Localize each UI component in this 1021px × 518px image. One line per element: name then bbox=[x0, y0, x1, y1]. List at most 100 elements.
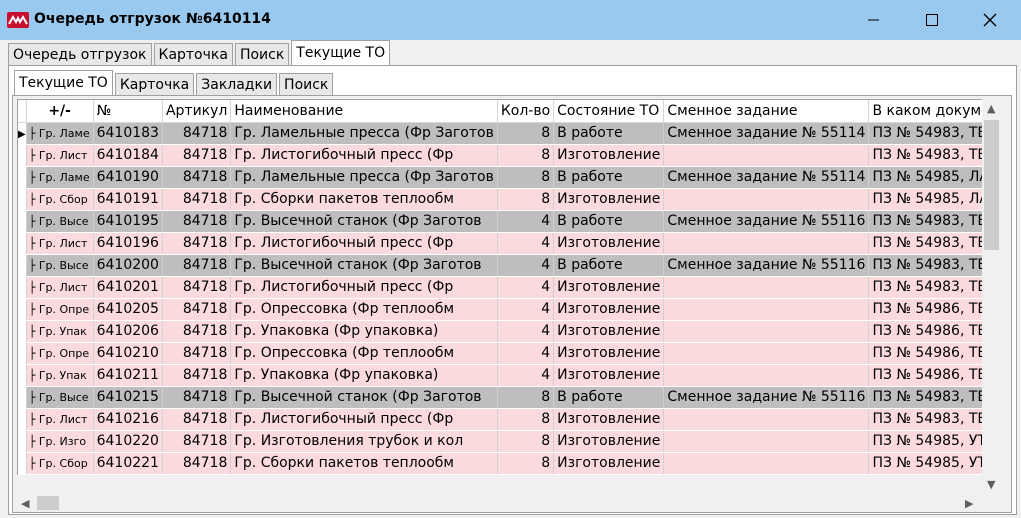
cell-state[interactable]: Изготовление bbox=[553, 188, 665, 211]
row-indicator[interactable] bbox=[18, 298, 27, 321]
cell-document[interactable]: ПЗ № 54986, ТЕКИ99.652.01.00.0 bbox=[868, 320, 983, 343]
row-indicator[interactable]: ▶ bbox=[18, 122, 27, 145]
row-indicator[interactable] bbox=[18, 254, 27, 277]
header-number[interactable]: № bbox=[93, 100, 163, 123]
cell-group[interactable]: ├ Гр. Упак bbox=[26, 364, 94, 387]
cell-name[interactable]: Гр. Опрессовка (Фр теплообм bbox=[230, 298, 498, 321]
cell-number[interactable]: 6410191 bbox=[93, 188, 163, 211]
cell-task[interactable] bbox=[663, 430, 870, 453]
cell-qty[interactable]: 8 bbox=[497, 166, 555, 189]
inner-tab-bookmarks[interactable]: Закладки bbox=[196, 73, 278, 96]
cell-state[interactable]: Изготовление bbox=[553, 342, 665, 365]
cell-name[interactable]: Гр. Листогибочный пресс (Фр bbox=[230, 144, 498, 167]
cell-number[interactable]: 6410211 bbox=[93, 364, 163, 387]
cell-article[interactable]: 84718 bbox=[162, 254, 232, 277]
cell-name[interactable]: Гр. Сборки пакетов теплообм bbox=[230, 188, 498, 211]
cell-group[interactable]: ├ Гр. Лист bbox=[26, 144, 94, 167]
cell-name[interactable]: Гр. Листогибочный пресс (Фр bbox=[230, 232, 498, 255]
cell-article[interactable]: 84718 bbox=[162, 232, 232, 255]
cell-task[interactable]: Сменное задание № 55114 bbox=[663, 122, 870, 145]
row-indicator[interactable] bbox=[18, 188, 27, 211]
cell-name[interactable]: Гр. Упаковка (Фр упаковка) bbox=[230, 364, 498, 387]
cell-state[interactable]: Изготовление bbox=[553, 232, 665, 255]
cell-document[interactable]: ПЗ № 54983, ТЕКИ99.652.01.00.0 bbox=[868, 386, 983, 409]
cell-qty[interactable]: 8 bbox=[497, 144, 555, 167]
inner-tab-current-to[interactable]: Текущие ТО bbox=[14, 70, 113, 96]
cell-article[interactable]: 84718 bbox=[162, 364, 232, 387]
row-indicator[interactable] bbox=[18, 364, 27, 387]
cell-document[interactable]: ПЗ № 54986, ТЕКИ99.652.01.00.0 bbox=[868, 342, 983, 365]
cell-name[interactable]: Гр. Сборки пакетов теплообм bbox=[230, 452, 498, 475]
cell-state[interactable]: В работе bbox=[553, 210, 665, 233]
row-indicator[interactable] bbox=[18, 408, 27, 431]
cell-task[interactable] bbox=[663, 408, 870, 431]
close-button[interactable] bbox=[967, 0, 1013, 40]
table-row[interactable]: ├ Гр. Изго 6410220 84718 Гр. Изготовления т… bbox=[18, 430, 983, 453]
cell-state[interactable]: Изготовление bbox=[553, 298, 665, 321]
cell-article[interactable]: 84718 bbox=[162, 342, 232, 365]
cell-state[interactable]: Изготовление bbox=[553, 452, 665, 475]
row-indicator[interactable] bbox=[18, 452, 27, 475]
cell-task[interactable]: Сменное задание № 55114 bbox=[663, 166, 870, 189]
cell-task[interactable] bbox=[663, 276, 870, 299]
minimize-button[interactable] bbox=[851, 0, 897, 40]
cell-qty[interactable]: 4 bbox=[497, 254, 555, 277]
cell-number[interactable]: 6410216 bbox=[93, 408, 163, 431]
cell-number[interactable]: 6410184 bbox=[93, 144, 163, 167]
table-row[interactable]: ├ Гр. Опре 6410210 84718 Гр. Опрессовка (Фр… bbox=[18, 342, 983, 365]
cell-document[interactable]: ПЗ № 54985, ЛА-5012-1-3-12-25- bbox=[868, 166, 983, 189]
cell-qty[interactable]: 4 bbox=[497, 232, 555, 255]
inner-tab-card[interactable]: Карточка bbox=[114, 73, 195, 96]
tab-search[interactable]: Поиск bbox=[234, 43, 290, 66]
cell-state[interactable]: В работе bbox=[553, 254, 665, 277]
cell-document[interactable]: ПЗ № 54983, ТЕКИ99.107.00.00.0 bbox=[868, 122, 983, 145]
cell-group[interactable]: ├ Гр. Высе bbox=[26, 254, 94, 277]
cell-group[interactable]: ├ Гр. Сбор bbox=[26, 188, 94, 211]
cell-document[interactable]: ПЗ № 54983, ТЕКИ99.652.01.00.0 bbox=[868, 276, 983, 299]
table-row[interactable]: ├ Гр. Сбор 6410191 84718 Гр. Сборки пакетов… bbox=[18, 188, 983, 211]
cell-group[interactable]: ├ Гр. Высе bbox=[26, 210, 94, 233]
cell-number[interactable]: 6410215 bbox=[93, 386, 163, 409]
cell-state[interactable]: Изготовление bbox=[553, 320, 665, 343]
row-indicator[interactable] bbox=[18, 276, 27, 299]
cell-document[interactable]: ПЗ № 54983, ТЕКИ99.652.01.00.0 bbox=[868, 210, 983, 233]
cell-name[interactable]: Гр. Листогибочный пресс (Фр bbox=[230, 408, 498, 431]
cell-qty[interactable]: 8 bbox=[497, 122, 555, 145]
cell-qty[interactable]: 4 bbox=[497, 276, 555, 299]
row-indicator[interactable] bbox=[18, 430, 27, 453]
cell-qty[interactable]: 8 bbox=[497, 452, 555, 475]
table-row[interactable]: ▶ ├ Гр. Ламе 6410183 84718 Гр. Ламельные пре… bbox=[18, 122, 983, 145]
row-indicator[interactable] bbox=[18, 342, 27, 365]
row-indicator[interactable] bbox=[18, 166, 27, 189]
cell-article[interactable]: 84718 bbox=[162, 166, 232, 189]
cell-article[interactable]: 84718 bbox=[162, 298, 232, 321]
header-qty[interactable]: Кол-во bbox=[497, 100, 555, 123]
cell-document[interactable]: ПЗ № 54983, ТЕКИ99.107.00.00.0 bbox=[868, 144, 983, 167]
cell-number[interactable]: 6410210 bbox=[93, 342, 163, 365]
row-indicator[interactable] bbox=[18, 210, 27, 233]
table-row[interactable]: ├ Гр. Высе 6410195 84718 Гр. Высечной стано… bbox=[18, 210, 983, 233]
cell-qty[interactable]: 4 bbox=[497, 320, 555, 343]
header-name[interactable]: Наименование bbox=[230, 100, 498, 123]
cell-name[interactable]: Гр. Изготовления трубок и кол bbox=[230, 430, 498, 453]
cell-document[interactable]: ПЗ № 54985, ЛА-5012-1-3-12-25- bbox=[868, 188, 983, 211]
table-row[interactable]: ├ Гр. Упак 6410211 84718 Гр. Упаковка (Фр у… bbox=[18, 364, 983, 387]
scroll-right-icon[interactable]: ▶ bbox=[965, 497, 973, 510]
table-row[interactable]: ├ Гр. Лист 6410196 84718 Гр. Листогибочный … bbox=[18, 232, 983, 255]
cell-group[interactable]: ├ Гр. Ламе bbox=[26, 122, 94, 145]
table-row[interactable]: ├ Гр. Высе 6410215 84718 Гр. Высечной стано… bbox=[18, 386, 983, 409]
table-row[interactable]: ├ Гр. Ламе 6410190 84718 Гр. Ламельные прес… bbox=[18, 166, 983, 189]
cell-task[interactable] bbox=[663, 232, 870, 255]
table-row[interactable]: ├ Гр. Упак 6410206 84718 Гр. Упаковка (Фр у… bbox=[18, 320, 983, 343]
row-indicator[interactable] bbox=[18, 320, 27, 343]
cell-article[interactable]: 84718 bbox=[162, 122, 232, 145]
cell-number[interactable]: 6410220 bbox=[93, 430, 163, 453]
scroll-down-icon[interactable]: ▼ bbox=[987, 478, 995, 491]
cell-number[interactable]: 6410201 bbox=[93, 276, 163, 299]
cell-article[interactable]: 84718 bbox=[162, 188, 232, 211]
cell-task[interactable]: Сменное задание № 55116 bbox=[663, 210, 870, 233]
cell-group[interactable]: ├ Гр. Сбор bbox=[26, 452, 94, 475]
row-indicator[interactable] bbox=[18, 386, 27, 409]
cell-document[interactable]: ПЗ № 54983, ТЕКИ99.652.01.00.0 bbox=[868, 408, 983, 431]
cell-number[interactable]: 6410195 bbox=[93, 210, 163, 233]
